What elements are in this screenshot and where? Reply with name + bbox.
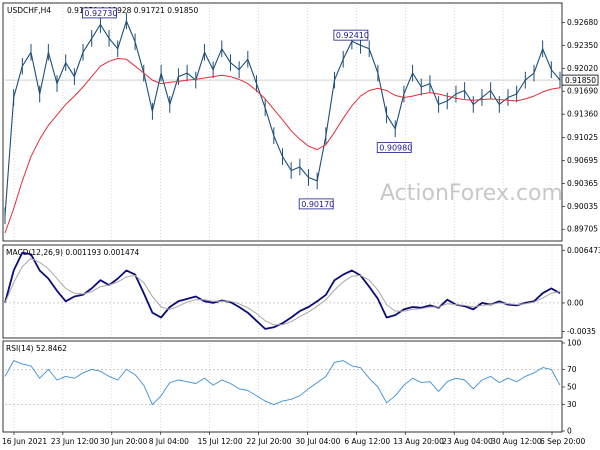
y-tick-label: 0.92680 [567,18,598,27]
y-tick-label: 0.92020 [567,64,598,73]
y-tick-label: 0.91360 [567,110,598,119]
y-tick-label: 0.00 [567,298,584,307]
y-tick-label: 0.90035 [567,202,598,211]
price-panel-title: USDCHF,H4 [7,6,51,15]
x-tick-label: 23 Aug 04:00 [442,437,493,446]
swing-label: 0.90980 [379,144,412,153]
x-tick-label: 30 Jun 20:00 [100,437,148,446]
x-tick-label: 6 Sep 20:00 [540,437,586,446]
x-tick-label: 6 Aug 12:00 [344,437,390,446]
x-tick-label: 30 Jul 04:00 [295,437,340,446]
chart-background [0,0,600,450]
swing-label: 0.90170 [301,200,334,209]
x-tick-label: 30 Aug 12:00 [491,437,542,446]
y-tick-label: 70 [567,365,577,374]
y-tick-label: 0.91690 [567,87,598,96]
watermark: ActionForex.com [380,181,563,206]
swing-label: 0.92730 [84,9,117,18]
y-tick-label: 50 [567,383,577,392]
x-tick-label: 13 Aug 20:00 [393,437,444,446]
y-tick-label: 30 [567,400,577,409]
y-tick-label: 0 [567,427,572,436]
y-tick-label: -0.0035 [567,327,596,336]
chart-svg: ActionForex.com USDCHF,H4 0.91850 0.9192… [0,0,600,450]
y-tick-label: 0.89705 [567,225,598,234]
y-tick-label: 0.91025 [567,133,598,142]
current-price-label: 0.91850 [565,76,596,85]
y-tick-label: 0.90695 [567,156,598,165]
y-tick-label: 0.92350 [567,41,598,50]
y-tick-label: 0.90365 [567,179,598,188]
x-tick-label: 8 Jul 04:00 [149,437,189,446]
x-tick-label: 23 Jun 12:00 [51,437,99,446]
x-tick-label: 22 Jul 20:00 [247,437,292,446]
y-tick-label: 100 [567,339,582,348]
x-tick-label: 16 Jun 2021 [2,437,47,446]
rsi-panel-title: RSI(14) 52.8462 [6,344,67,353]
x-tick-label: 15 Jul 12:00 [198,437,243,446]
swing-label: 0.92410 [336,31,369,40]
y-tick-label: 0.006473 [567,246,600,255]
